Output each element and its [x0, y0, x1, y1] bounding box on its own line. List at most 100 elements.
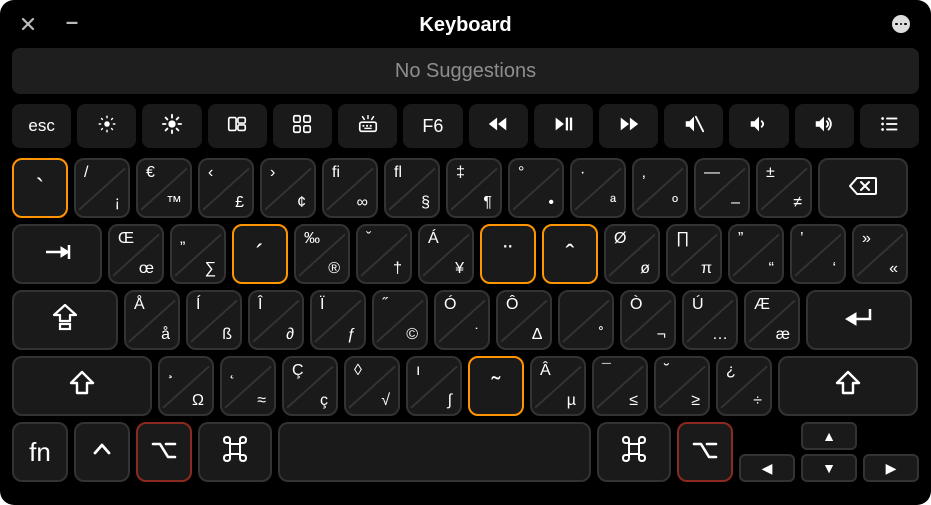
key-x[interactable]: ˛≈ [220, 356, 276, 416]
key-delete[interactable] [818, 158, 908, 218]
key-t[interactable]: ˇ† [356, 224, 412, 284]
key-b[interactable]: ı∫ [406, 356, 462, 416]
key-upper-label: Á [428, 230, 439, 248]
mute-icon [683, 113, 705, 140]
key-h[interactable]: Ó˙ [434, 290, 490, 350]
key-lbracket[interactable]: ”“ [728, 224, 784, 284]
key-slash[interactable]: ¿÷ [716, 356, 772, 416]
key-w[interactable]: „∑ [170, 224, 226, 284]
key-j[interactable]: Ô∆ [496, 290, 552, 350]
key-k[interactable]: ˚ [558, 290, 614, 350]
key-upper-label: · [580, 164, 585, 182]
keyboard-backlight-key[interactable] [338, 104, 397, 148]
key-lower-label: ¥ [455, 260, 464, 278]
key-8[interactable]: °• [508, 158, 564, 218]
fast-forward-key[interactable] [599, 104, 658, 148]
key-semicolon[interactable]: Ú… [682, 290, 738, 350]
f6-key[interactable]: F6 [403, 104, 462, 148]
esc-key[interactable]: esc [12, 104, 71, 148]
key-1[interactable]: /¡ [74, 158, 130, 218]
key-comma[interactable]: ¯≤ [592, 356, 648, 416]
key-right-command[interactable] [597, 422, 671, 482]
key-upper-label: Å [134, 296, 145, 314]
brightness-up-key[interactable] [142, 104, 201, 148]
volume-up-key[interactable] [795, 104, 854, 148]
key-backslash[interactable]: »« [852, 224, 908, 284]
key-spacebar[interactable] [278, 422, 591, 482]
key-c[interactable]: Çç [282, 356, 338, 416]
list-key[interactable] [860, 104, 919, 148]
key-tab[interactable] [12, 224, 102, 284]
close-button[interactable] [18, 14, 38, 34]
key-return[interactable] [806, 290, 912, 350]
play-pause-key[interactable] [534, 104, 593, 148]
key-r[interactable]: ‰® [294, 224, 350, 284]
key-label: ˆ [566, 239, 575, 270]
key-u[interactable]: ¨ [480, 224, 536, 284]
key-lower-label: √ [381, 392, 390, 410]
key-right-option[interactable] [677, 422, 733, 482]
key-left-command[interactable] [198, 422, 272, 482]
key-z[interactable]: ¸Ω [158, 356, 214, 416]
key-lower-label: œ [139, 260, 154, 278]
key-rbracket[interactable]: ’‘ [790, 224, 846, 284]
key-s[interactable]: Íß [186, 290, 242, 350]
key-m[interactable]: Âµ [530, 356, 586, 416]
key-quote[interactable]: Ææ [744, 290, 800, 350]
key-v[interactable]: ◊√ [344, 356, 400, 416]
key-n[interactable]: ˜ [468, 356, 524, 416]
key-l[interactable]: Ò¬ [620, 290, 676, 350]
key-6[interactable]: ﬂ§ [384, 158, 440, 218]
key-f[interactable]: Ïƒ [310, 290, 366, 350]
key-3[interactable]: ‹£ [198, 158, 254, 218]
key-5[interactable]: ﬁ∞ [322, 158, 378, 218]
shift-icon [68, 369, 96, 404]
arrow-left-key[interactable]: ◀ [739, 454, 795, 482]
suggestion-bar[interactable]: No Suggestions [12, 48, 919, 94]
volume-up-icon [813, 113, 835, 140]
key-9[interactable]: ·ª [570, 158, 626, 218]
key-upper-label: Æ [754, 296, 770, 314]
key-period[interactable]: ˘≥ [654, 356, 710, 416]
command-icon [222, 436, 248, 469]
more-menu-button[interactable] [889, 14, 913, 34]
key-upper-label: „ [180, 230, 185, 248]
minimize-button[interactable]: – [60, 12, 84, 32]
key-i[interactable]: ˆ [542, 224, 598, 284]
key-y[interactable]: Á¥ [418, 224, 474, 284]
key-lower-label: ® [328, 260, 340, 278]
key-d[interactable]: Î∂ [248, 290, 304, 350]
key-left-shift[interactable] [12, 356, 152, 416]
mission-control-key[interactable] [208, 104, 267, 148]
mute-key[interactable] [664, 104, 723, 148]
key-o[interactable]: Øø [604, 224, 660, 284]
key-grave[interactable]: ` [12, 158, 68, 218]
arrow-up-key[interactable]: ▲ [801, 422, 857, 450]
key-upper-label: Œ [118, 230, 134, 248]
volume-down-key[interactable] [729, 104, 788, 148]
key-upper-label: ∏ [676, 230, 689, 248]
key-lower-label: π [701, 260, 712, 278]
key-2[interactable]: €™ [136, 158, 192, 218]
key-fn[interactable]: fn [12, 422, 68, 482]
arrow-down-key[interactable]: ▼ [801, 454, 857, 482]
brightness-down-key[interactable] [77, 104, 136, 148]
arrow-right-key[interactable]: ▶ [863, 454, 919, 482]
key-control[interactable] [74, 422, 130, 482]
launchpad-key[interactable] [273, 104, 332, 148]
rewind-key[interactable] [469, 104, 528, 148]
key-upper-label: ˝ [382, 296, 387, 314]
key-g[interactable]: ˝© [372, 290, 428, 350]
key-p[interactable]: ∏π [666, 224, 722, 284]
key-a[interactable]: Åå [124, 290, 180, 350]
key-minus[interactable]: —– [694, 158, 750, 218]
key-e[interactable]: ´ [232, 224, 288, 284]
key-7[interactable]: ‡¶ [446, 158, 502, 218]
key-4[interactable]: ›¢ [260, 158, 316, 218]
key-0[interactable]: ‚º [632, 158, 688, 218]
key-right-shift[interactable] [778, 356, 918, 416]
key-equals[interactable]: ±≠ [756, 158, 812, 218]
key-capslock[interactable] [12, 290, 118, 350]
key-left-option[interactable] [136, 422, 192, 482]
key-q[interactable]: Œœ [108, 224, 164, 284]
